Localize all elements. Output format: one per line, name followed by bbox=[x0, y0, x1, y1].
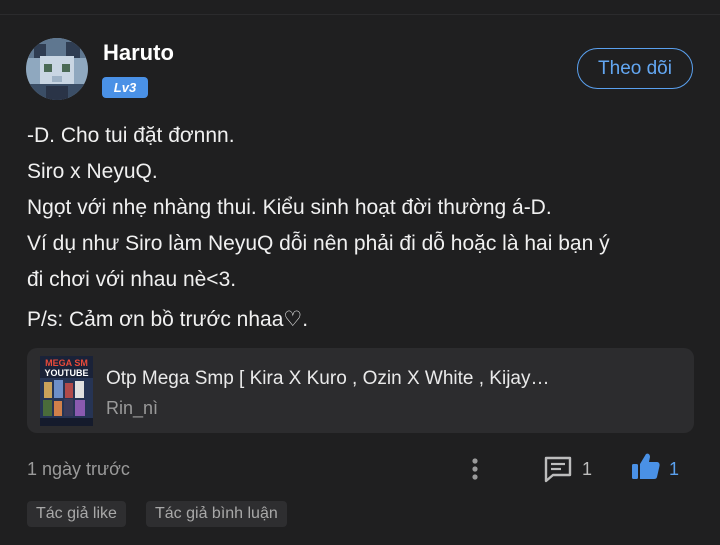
more-options-icon[interactable] bbox=[465, 455, 485, 485]
follow-button[interactable]: Theo dõi bbox=[577, 48, 693, 89]
like-icon[interactable] bbox=[630, 451, 662, 483]
linked-story-author[interactable]: Rin_nì bbox=[106, 398, 158, 419]
post-line: Ngọt với nhẹ nhàng thui. Kiểu sinh hoạt … bbox=[27, 196, 552, 219]
post-line: Siro x NeyuQ. bbox=[27, 160, 158, 183]
post-line: P/s: Cảm ơn bồ trước nhaa♡. bbox=[27, 308, 309, 331]
post-line: đi chơi với nhau nè<3. bbox=[27, 268, 237, 291]
story-thumbnail: MEGA SM YOUTUBE bbox=[40, 356, 93, 426]
avatar-image bbox=[26, 38, 88, 100]
post-line: Ví dụ như Siro làm NeyuQ dỗi nên phải đi… bbox=[27, 232, 610, 255]
comment-icon[interactable] bbox=[542, 454, 574, 484]
level-badge: Lv3 bbox=[102, 77, 148, 98]
tag-author-like: Tác giả like bbox=[27, 501, 126, 527]
linked-story-card[interactable]: MEGA SM YOUTUBE Otp Mega Smp [ Kira X Ku… bbox=[27, 348, 694, 433]
post-body: -D. Cho tui đặt đơnnn. Siro x NeyuQ. Ngọ… bbox=[27, 118, 697, 338]
post-line: -D. Cho tui đặt đơnnn. bbox=[27, 124, 235, 147]
comment-count: 1 bbox=[582, 459, 593, 479]
author-name[interactable]: Haruto bbox=[103, 40, 174, 66]
avatar[interactable] bbox=[26, 38, 88, 100]
tag-author-comment: Tác giả bình luận bbox=[146, 501, 287, 527]
post-time: 1 ngày trước bbox=[27, 459, 130, 479]
linked-story-title[interactable]: Otp Mega Smp [ Kira X Kuro , Ozin X Whit… bbox=[106, 368, 550, 390]
like-count: 1 bbox=[669, 459, 680, 479]
top-divider bbox=[0, 14, 720, 15]
thumbnail-subtitle-text: YOUTUBE bbox=[44, 368, 88, 378]
thumbnail-title-text: MEGA SM bbox=[45, 358, 88, 368]
